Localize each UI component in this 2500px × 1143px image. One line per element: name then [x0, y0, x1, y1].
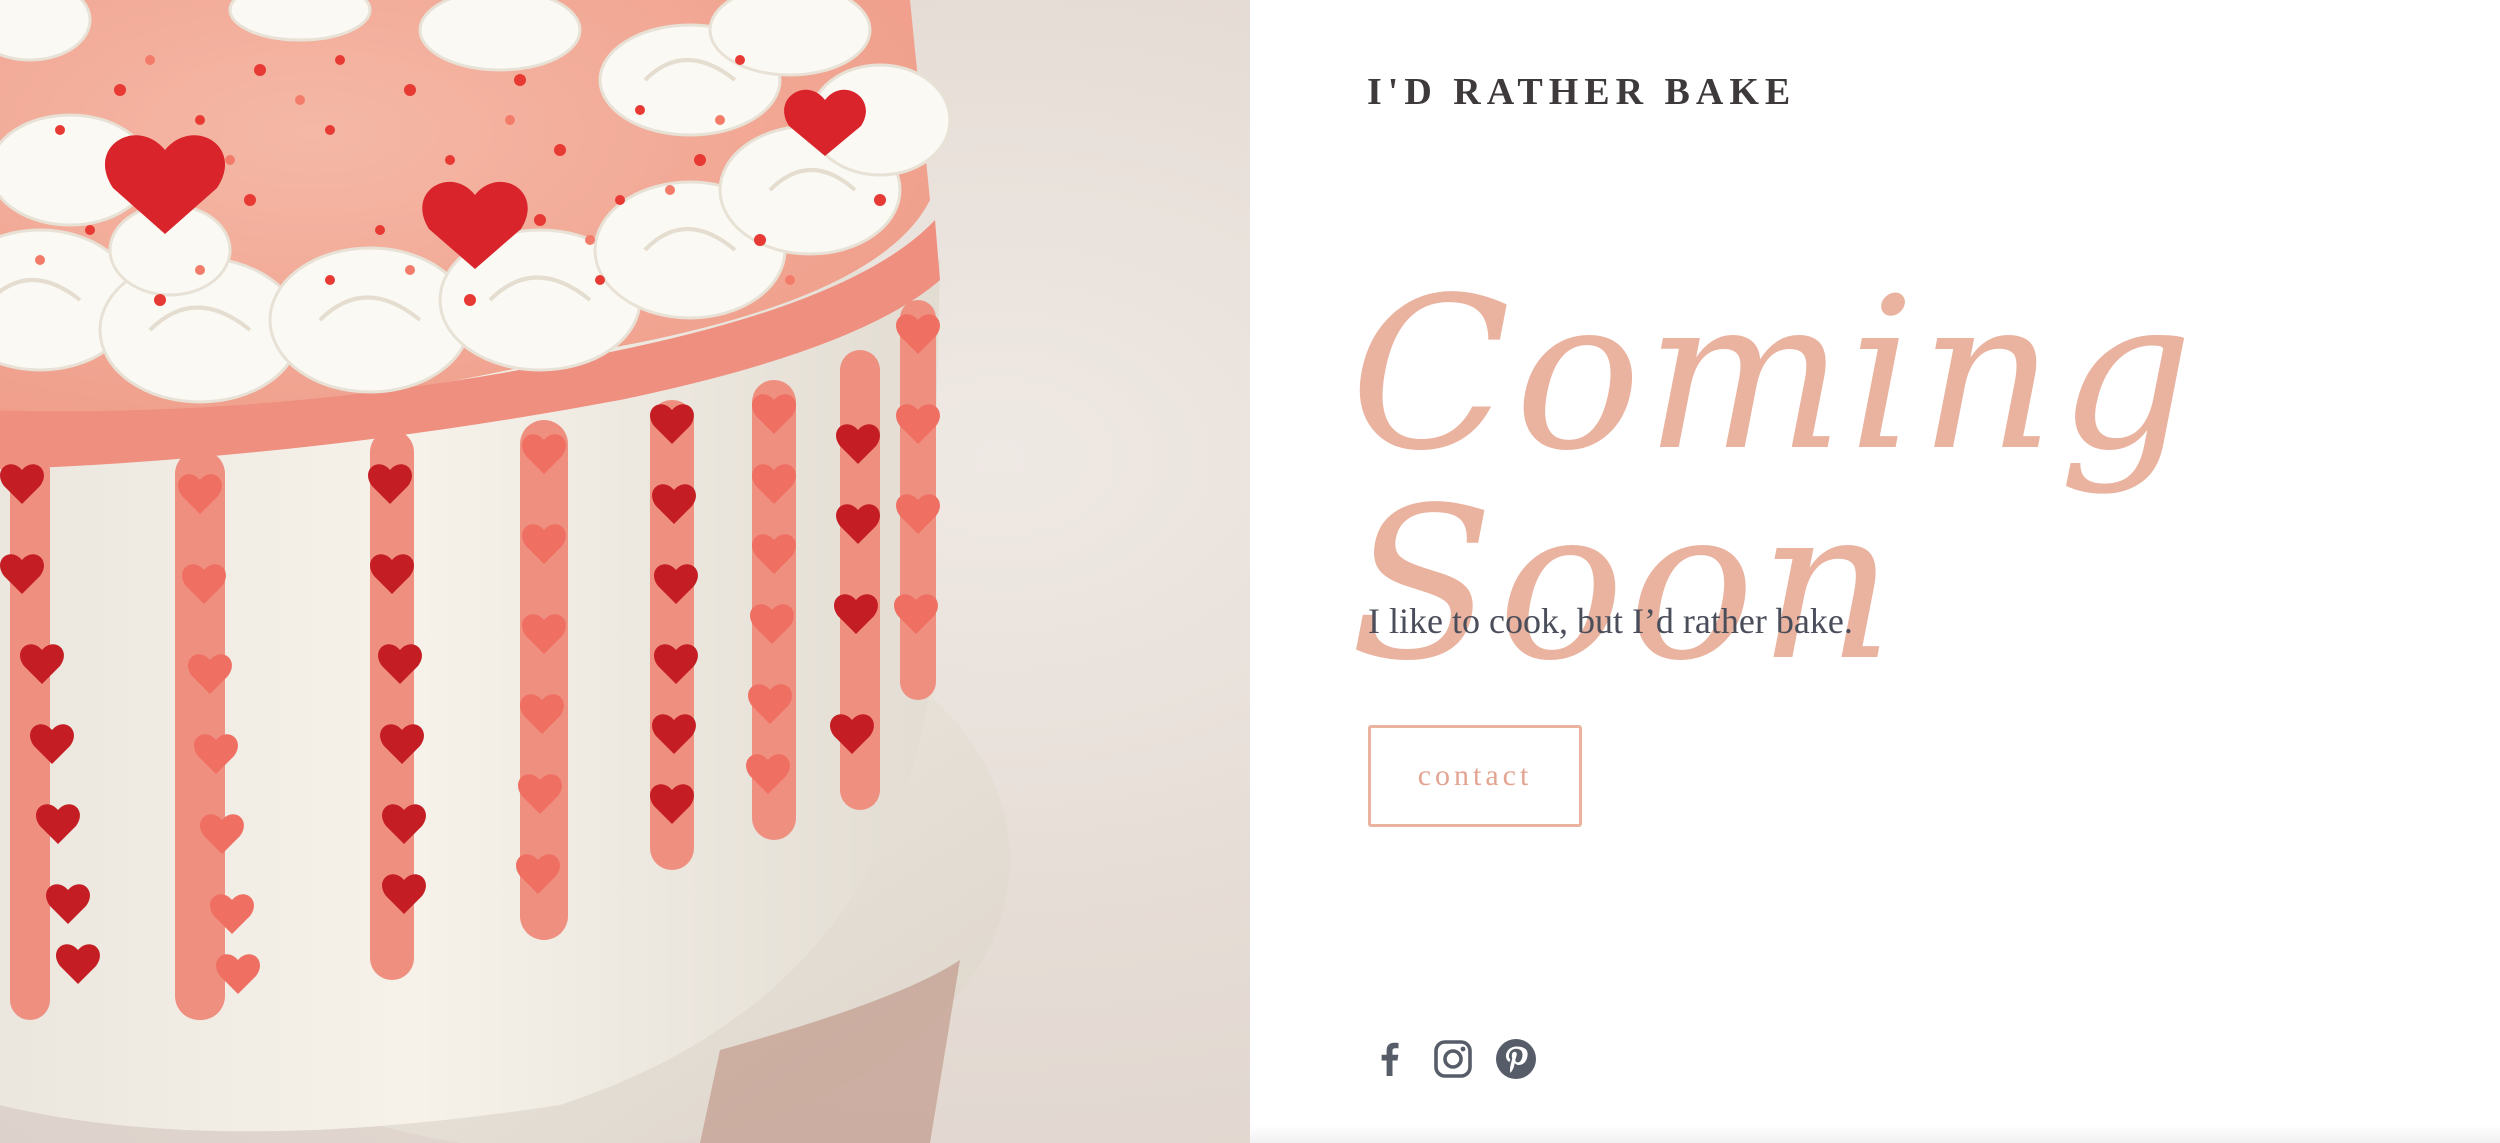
contact-button[interactable]: contact — [1368, 725, 1582, 827]
bottom-fade — [1250, 1125, 2500, 1143]
instagram-icon[interactable] — [1432, 1038, 1474, 1080]
tagline: I like to cook, but I’d rather bake. — [1368, 601, 1853, 641]
site-title: I'D RATHER BAKE — [1367, 71, 1797, 113]
social-links — [1369, 1038, 1537, 1080]
content-panel: I'D RATHER BAKE Coming Soon I like to co… — [1250, 0, 2500, 1143]
facebook-icon[interactable] — [1369, 1038, 1411, 1080]
pinterest-icon[interactable] — [1495, 1038, 1537, 1080]
hero-cake-image — [0, 0, 1250, 1143]
